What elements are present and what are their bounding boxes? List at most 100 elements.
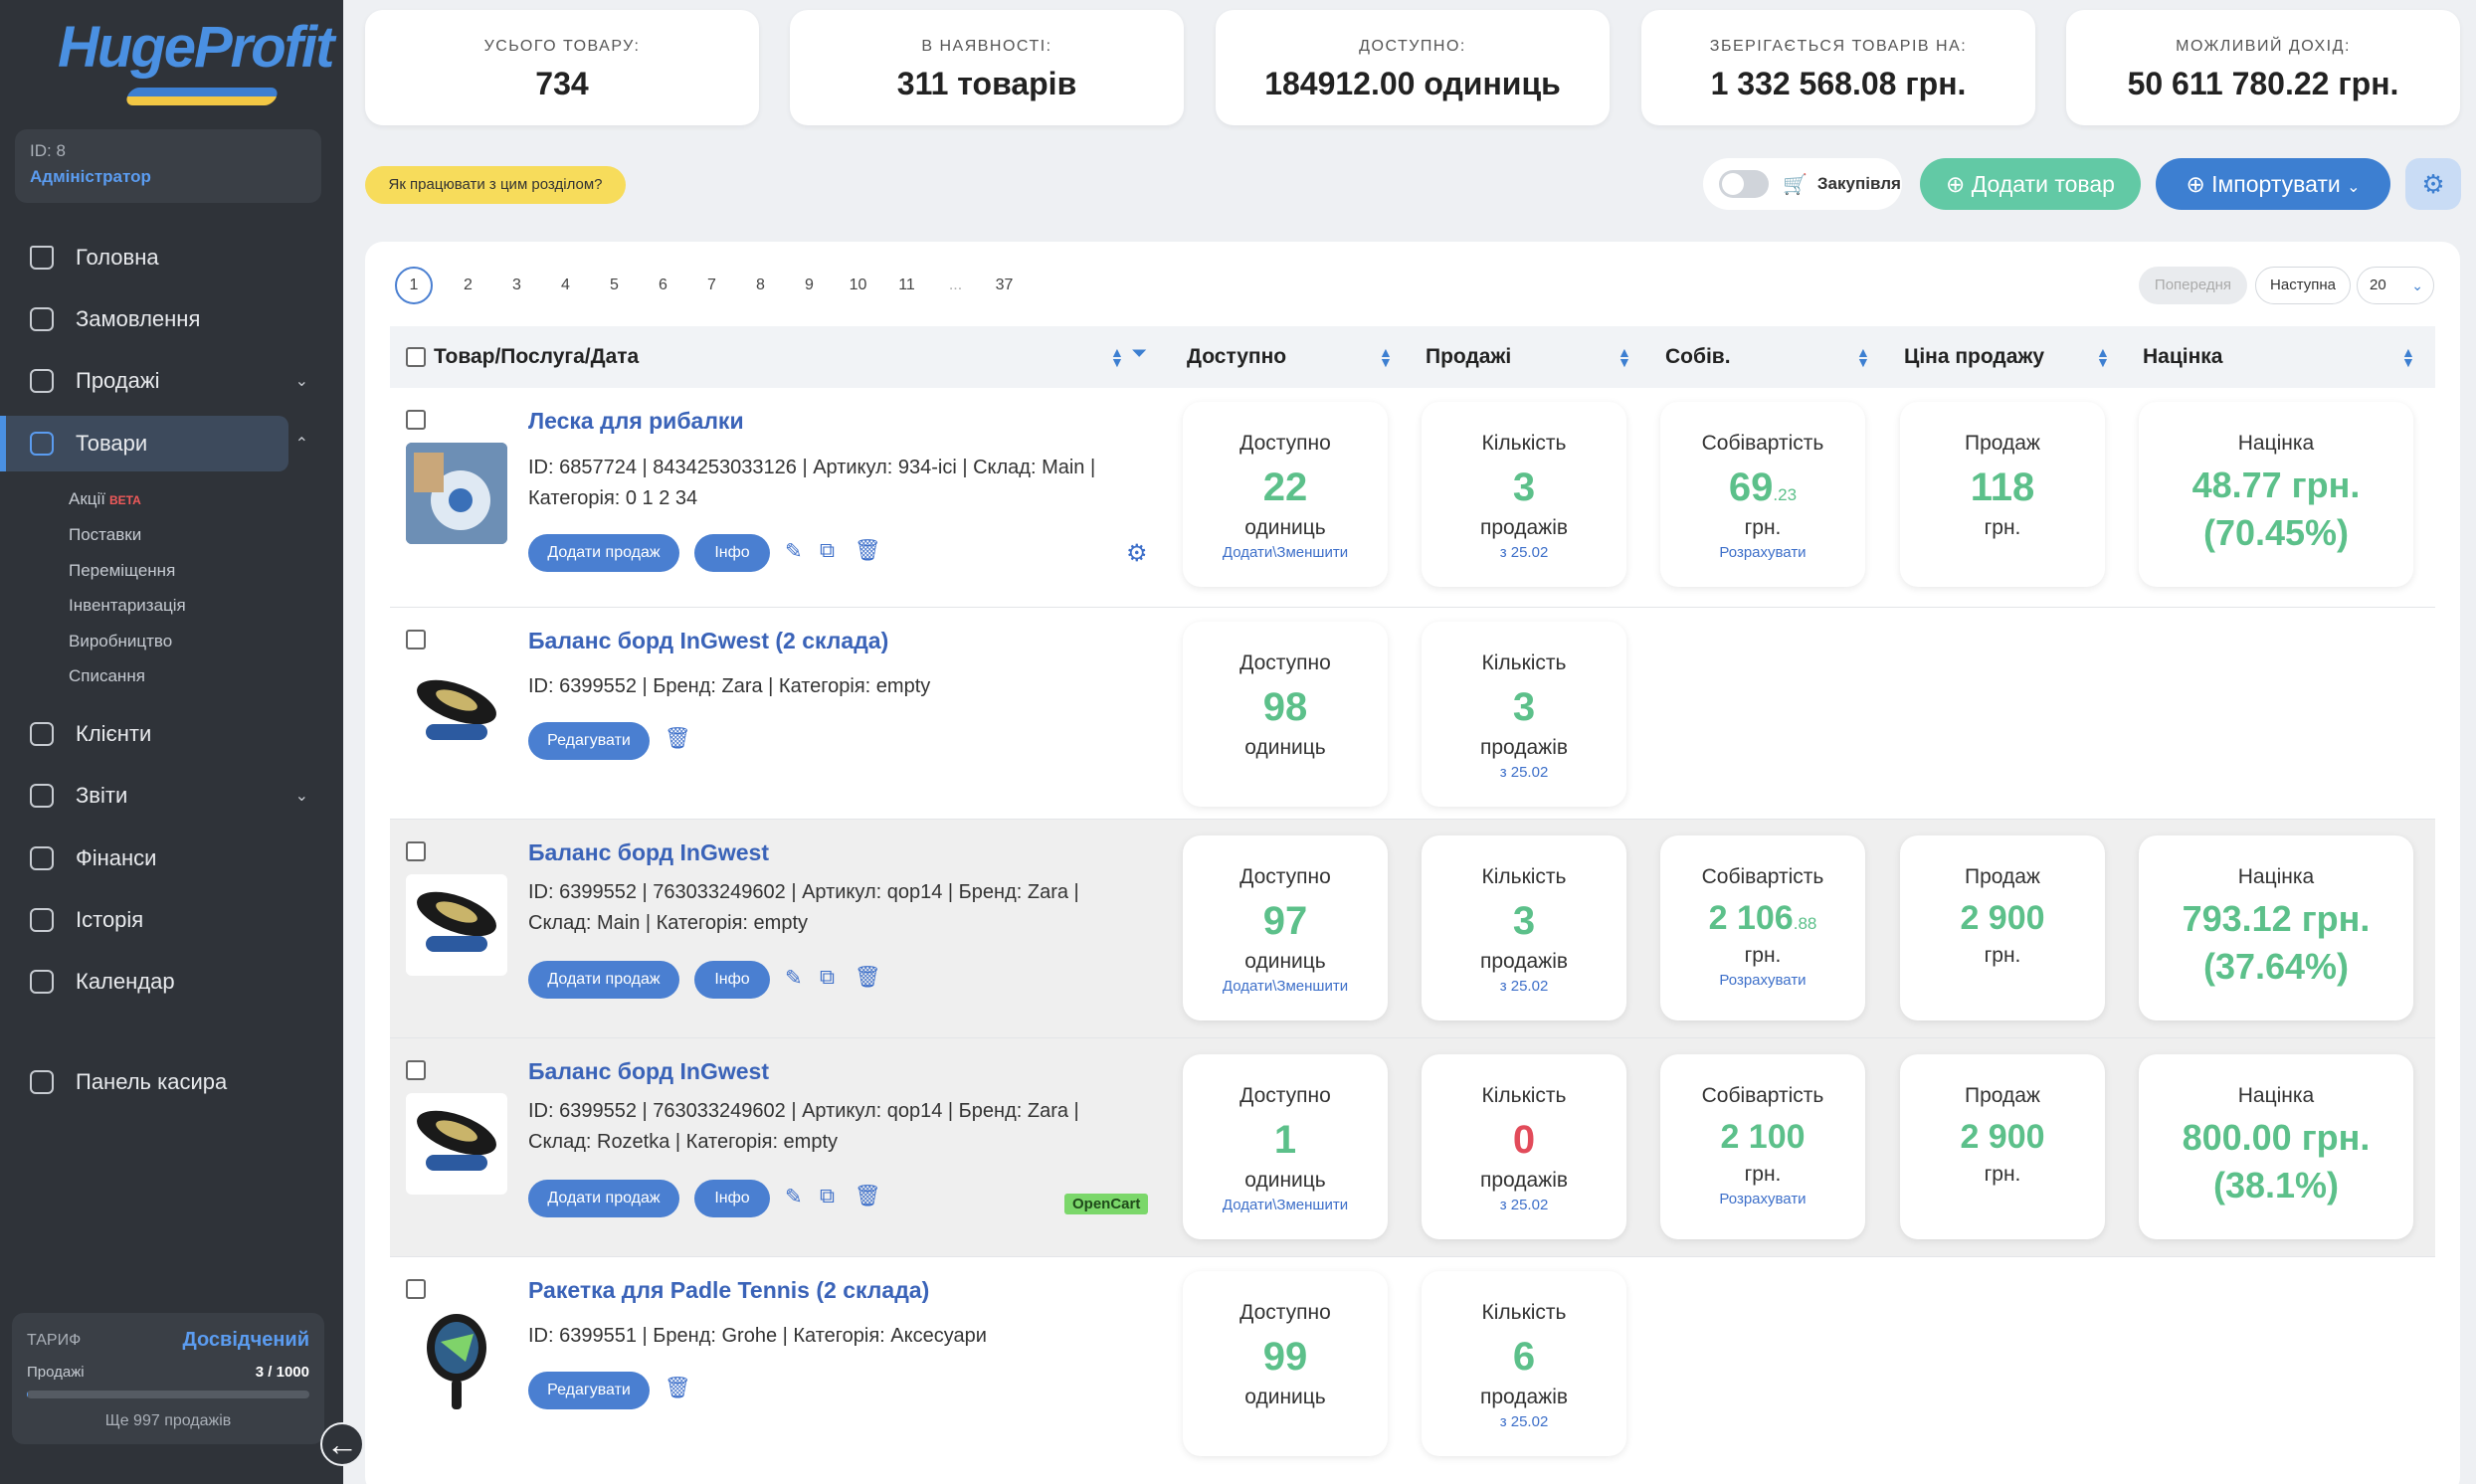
product-name-link[interactable]: Баланс борд InGwest (2 склада)	[528, 628, 888, 654]
add-reduce-link[interactable]: Додати\Зменшити	[1183, 1197, 1388, 1213]
page-button[interactable]: 1	[395, 267, 433, 304]
add-sale-button[interactable]: Додати продаж	[528, 534, 679, 572]
toggle-switch[interactable]	[1719, 170, 1769, 198]
sort-icon[interactable]: ▲ ▼	[2096, 345, 2110, 369]
collapse-sidebar-icon[interactable]: ←	[320, 1422, 364, 1466]
page-button[interactable]: 7	[687, 277, 736, 294]
nav-item-clients[interactable]: Клієнти	[0, 706, 288, 762]
page-button[interactable]: 5	[590, 277, 639, 294]
sub-item-promos[interactable]: Акції BETA	[69, 489, 141, 509]
edit-button[interactable]: Редагувати	[528, 1372, 650, 1409]
nav-item-reports[interactable]: Звіти ⌄	[0, 768, 308, 824]
sort-icon[interactable]: ▲ ▼	[2401, 345, 2415, 369]
table-row: Леска для рибалки ID: 6857724 | 84342530…	[390, 388, 2435, 608]
brand-logo[interactable]: HugeProfit	[58, 14, 334, 105]
add-sale-button[interactable]: Додати продаж	[528, 961, 679, 999]
sort-icon[interactable]: ▲ ▼	[1379, 345, 1393, 369]
sub-item-inventory[interactable]: Інвентаризація	[69, 596, 186, 616]
trash-icon[interactable]: 🗑	[855, 1185, 881, 1208]
calendar-icon	[30, 970, 54, 994]
add-product-button[interactable]: ⊕ Додати товар	[1920, 158, 2141, 210]
prev-page-button[interactable]: Попередня	[2138, 267, 2248, 304]
nav-item-home[interactable]: Головна	[0, 230, 288, 285]
add-reduce-link[interactable]: Додати\Зменшити	[1183, 978, 1388, 995]
trash-icon[interactable]: 🗑	[665, 727, 691, 751]
calculate-link[interactable]: Розрахувати	[1660, 972, 1865, 989]
sub-item-writeoffs[interactable]: Списання	[69, 666, 145, 686]
sales-qty-value: 0	[1512, 1118, 1536, 1162]
sort-icon[interactable]: ▲ ▼	[1856, 345, 1870, 369]
page-button[interactable]: 4	[541, 277, 590, 294]
copy-icon[interactable]: ⧉	[820, 539, 835, 563]
product-image[interactable]	[406, 662, 507, 764]
page-button[interactable]: 3	[492, 277, 541, 294]
product-image[interactable]	[406, 443, 507, 544]
trash-icon[interactable]: 🗑	[855, 966, 881, 990]
row-checkbox[interactable]	[406, 1279, 426, 1299]
calculate-link[interactable]: Розрахувати	[1660, 1191, 1865, 1207]
page-button[interactable]: 11	[882, 277, 931, 294]
page-button[interactable]: 37	[980, 277, 1029, 294]
edit-button[interactable]: Редагувати	[528, 722, 650, 760]
import-button[interactable]: ⊕ Імпортувати ⌄	[2156, 158, 2390, 210]
product-image[interactable]	[406, 1312, 507, 1413]
tariff-plan[interactable]: Досвідчений	[182, 1329, 309, 1352]
nav-item-calendar[interactable]: Календар	[0, 954, 288, 1010]
nav-item-products[interactable]: Товари ⌃	[0, 416, 308, 471]
filter-icon[interactable]: ⏷	[1132, 344, 1146, 362]
sub-item-supplies[interactable]: Поставки	[69, 525, 141, 545]
product-name-link[interactable]: Баланс борд InGwest	[528, 1058, 769, 1085]
page-button[interactable]: 9	[785, 277, 834, 294]
sync-settings-icon[interactable]: ⚙	[1126, 539, 1148, 568]
card-label: Кількість	[1481, 651, 1567, 674]
edit-icon[interactable]: ✎	[785, 966, 803, 991]
available-value: 99	[1262, 1335, 1308, 1379]
add-sale-button[interactable]: Додати продаж	[528, 1180, 679, 1217]
plus-circle-icon: ⊕	[2186, 171, 2205, 197]
copy-icon[interactable]: ⧉	[820, 966, 835, 990]
row-checkbox[interactable]	[406, 410, 426, 430]
row-checkbox[interactable]	[406, 1060, 426, 1080]
nav-item-finance[interactable]: Фінанси	[0, 831, 288, 886]
trash-icon[interactable]: 🗑	[665, 1377, 691, 1400]
product-name-link[interactable]: Леска для рибалки	[528, 408, 744, 435]
edit-icon[interactable]: ✎	[785, 539, 803, 564]
purchase-toggle[interactable]: 🛒 Закупівля	[1703, 158, 1902, 210]
page-button[interactable]: 2	[444, 277, 492, 294]
user-info[interactable]: ID: 8 Адміністратор	[15, 129, 321, 203]
page-button[interactable]: 6	[639, 277, 687, 294]
help-button[interactable]: Як працювати з цим розділом?	[365, 166, 626, 204]
per-page-select[interactable]: 20 ⌄	[2357, 267, 2434, 304]
nav-item-cashier[interactable]: Панель касира	[0, 1054, 288, 1110]
product-image[interactable]	[406, 874, 507, 976]
add-reduce-link[interactable]: Додати\Зменшити	[1183, 544, 1388, 561]
nav-item-history[interactable]: Історія	[0, 892, 288, 948]
page-button[interactable]: 8	[736, 277, 785, 294]
calculate-link[interactable]: Розрахувати	[1660, 544, 1865, 561]
info-button[interactable]: Інфо	[694, 961, 770, 999]
tariff-panel[interactable]: ТАРИФ Досвідчений Продажі 3 / 1000 Ще 99…	[12, 1313, 324, 1444]
sub-item-transfers[interactable]: Переміщення	[69, 561, 175, 581]
product-name-link[interactable]: Баланс борд InGwest	[528, 839, 769, 866]
row-checkbox[interactable]	[406, 841, 426, 861]
select-all-checkbox[interactable]	[406, 347, 426, 367]
info-button[interactable]: Інфо	[694, 534, 770, 572]
copy-icon[interactable]: ⧉	[820, 1185, 835, 1208]
info-button[interactable]: Інфо	[694, 1180, 770, 1217]
page-button[interactable]: 10	[834, 277, 882, 294]
edit-icon[interactable]: ✎	[785, 1185, 803, 1209]
product-image[interactable]	[406, 1093, 507, 1195]
sort-icon[interactable]: ▲ ▼	[1618, 345, 1631, 369]
sort-icon[interactable]: ▲ ▼	[1110, 345, 1124, 369]
sub-item-production[interactable]: Виробництво	[69, 632, 172, 651]
trash-icon[interactable]: 🗑	[855, 539, 881, 563]
card-unit: одиниць	[1244, 736, 1326, 759]
gear-icon[interactable]: ⚙	[2405, 158, 2461, 210]
row-checkbox[interactable]	[406, 630, 426, 649]
cost-value: 69.23	[1660, 465, 1865, 510]
nav-item-orders[interactable]: Замовлення	[0, 291, 288, 347]
product-name-link[interactable]: Ракетка для Padle Tennis (2 склада)	[528, 1277, 929, 1304]
card-label: Собівартість	[1701, 432, 1824, 455]
next-page-button[interactable]: Наступна	[2255, 267, 2351, 304]
nav-item-sales[interactable]: Продажі ⌄	[0, 353, 308, 409]
